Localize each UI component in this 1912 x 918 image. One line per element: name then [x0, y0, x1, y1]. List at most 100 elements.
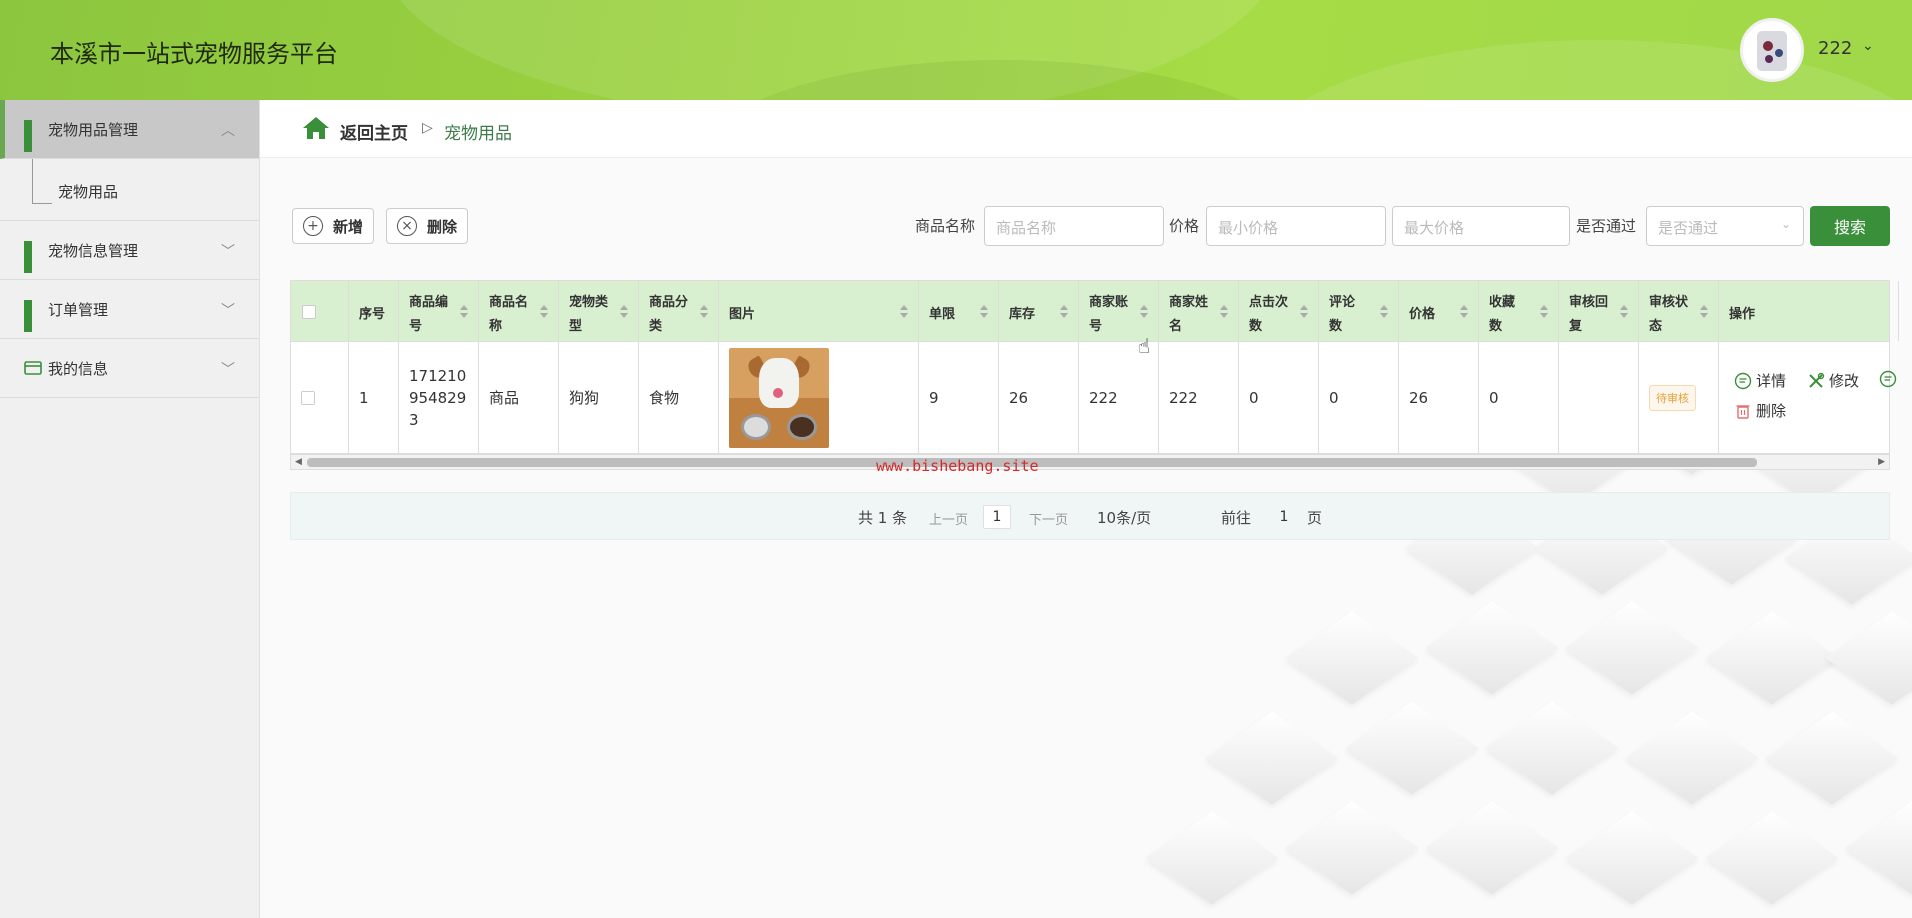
column-header[interactable]: 库存: [999, 281, 1079, 341]
cell-comments: 0: [1319, 342, 1399, 453]
card-icon: [24, 361, 42, 375]
add-button[interactable]: + 新增: [292, 208, 375, 244]
column-header[interactable]: 图片: [719, 281, 919, 341]
sort-icon[interactable]: [700, 305, 708, 319]
sort-icon[interactable]: [1540, 305, 1548, 319]
scroll-left-icon[interactable]: ◀: [295, 457, 302, 467]
max-price-input[interactable]: 最大价格: [1392, 206, 1570, 246]
sort-icon[interactable]: [540, 305, 548, 319]
sidebar-item-my-info[interactable]: 我的信息 ﹀: [0, 339, 259, 398]
cell-product-name: 商品: [479, 342, 559, 453]
column-header[interactable]: 审核状态: [1639, 281, 1719, 341]
sort-icon[interactable]: [620, 305, 628, 319]
approval-select-placeholder: 是否通过: [1658, 219, 1719, 237]
sidebar-item-label: 订单管理: [48, 300, 109, 319]
grid-icon: [24, 241, 42, 273]
column-header[interactable]: 点击次数: [1239, 281, 1319, 341]
background-tile: [1205, 711, 1339, 805]
column-header[interactable]: 商家姓名: [1159, 281, 1239, 341]
product-code-line: 171210: [409, 366, 467, 385]
sidebar-item-pet-info-management[interactable]: 宠物信息管理 ﹀: [0, 221, 259, 280]
tree-line: [32, 159, 33, 203]
row-checkbox[interactable]: [301, 390, 315, 405]
hand-pointer-icon: ☝: [1138, 334, 1151, 358]
column-header[interactable]: 审核回复: [1559, 281, 1639, 341]
sort-icon[interactable]: [1700, 305, 1708, 319]
sort-icon[interactable]: [1140, 305, 1148, 319]
grid-icon: [24, 120, 42, 152]
column-header[interactable]: 收藏数: [1479, 281, 1559, 341]
sort-icon[interactable]: [1460, 305, 1468, 319]
sort-icon[interactable]: [1220, 305, 1228, 319]
column-header[interactable]: 操作: [1719, 281, 1899, 341]
page-size-select[interactable]: 10条/页: [1097, 507, 1151, 528]
cell-merchant-account: 222: [1079, 342, 1159, 453]
breadcrumb-separator: ▷: [422, 120, 433, 136]
edit-button[interactable]: 修改: [1807, 370, 1859, 391]
column-header[interactable]: 商品编号: [399, 281, 479, 341]
sidebar-item-pet-supplies-management[interactable]: 宠物用品管理 ︿: [0, 100, 259, 159]
home-icon[interactable]: [302, 116, 330, 140]
approval-label: 是否通过: [1576, 217, 1637, 235]
product-name-input[interactable]: 商品名称: [984, 206, 1164, 246]
goto-page-input[interactable]: 1: [1261, 505, 1307, 529]
horizontal-scrollbar[interactable]: ◀ ▶: [290, 454, 1890, 470]
select-all-cell: [291, 281, 349, 341]
column-header[interactable]: 商品分类: [639, 281, 719, 341]
column-header[interactable]: 评论数: [1319, 281, 1399, 341]
avatar[interactable]: [1740, 18, 1804, 82]
grid-icon: [24, 300, 42, 332]
column-header[interactable]: 价格: [1399, 281, 1479, 341]
delete-button-label: 删除: [427, 217, 458, 236]
column-header-label: 操作: [1729, 307, 1756, 322]
chevron-down-icon: ﹀: [221, 362, 235, 378]
sort-icon[interactable]: [980, 305, 988, 319]
sidebar-item-order-management[interactable]: 订单管理 ﹀: [0, 280, 259, 339]
cell-clicks: 0: [1239, 342, 1319, 453]
image-part: [741, 413, 771, 440]
breadcrumb-home[interactable]: 返回主页: [340, 119, 408, 144]
cell-review-reply: [1559, 342, 1639, 453]
background-tile: [1345, 701, 1479, 795]
next-page-button[interactable]: 下一页: [1029, 509, 1068, 528]
min-price-input[interactable]: 最小价格: [1206, 206, 1386, 246]
detail-button-label: 详情: [1756, 372, 1787, 390]
tree-line: [32, 203, 52, 204]
row-delete-button[interactable]: 删除: [1734, 400, 1786, 421]
background-tile: [1565, 811, 1699, 905]
select-all-checkbox[interactable]: [302, 305, 316, 319]
column-header[interactable]: 商品名称: [479, 281, 559, 341]
sort-icon[interactable]: [460, 305, 468, 319]
sort-icon[interactable]: [1620, 305, 1628, 319]
checkbox-cell: [291, 342, 349, 453]
column-header[interactable]: 单限: [919, 281, 999, 341]
sort-icon[interactable]: [1300, 305, 1308, 319]
prev-page-button[interactable]: 上一页: [929, 509, 968, 528]
background-tile: [1425, 801, 1559, 895]
username[interactable]: 222: [1818, 38, 1852, 59]
detail-icon: [1734, 372, 1752, 390]
current-page[interactable]: 1: [983, 505, 1011, 529]
image-part: [759, 357, 799, 408]
sidebar-submenu: 宠物用品: [0, 159, 259, 221]
approval-select[interactable]: 是否通过 ⌄: [1646, 206, 1804, 246]
avatar-detail: [1765, 55, 1773, 63]
sort-icon[interactable]: [1060, 305, 1068, 319]
cell-pet-type: 狗狗: [559, 342, 639, 453]
pagination: 共 1 条 上一页 1 下一页 10条/页 前往 1 页: [290, 492, 1890, 540]
product-image[interactable]: [729, 347, 829, 448]
chevron-down-icon[interactable]: ⌄: [1862, 38, 1874, 54]
more-icon[interactable]: [1879, 370, 1897, 392]
column-header[interactable]: 序号: [349, 281, 399, 341]
goto-label: 前往: [1221, 509, 1252, 527]
column-header[interactable]: 商家账号: [1079, 281, 1159, 341]
page-unit-label: 页: [1307, 509, 1323, 527]
search-button[interactable]: 搜索: [1810, 206, 1890, 246]
detail-button[interactable]: 详情: [1734, 370, 1786, 391]
scroll-right-icon[interactable]: ▶: [1878, 457, 1885, 467]
sort-icon[interactable]: [900, 305, 908, 319]
column-header[interactable]: 宠物类型: [559, 281, 639, 341]
delete-button[interactable]: × 删除: [386, 208, 469, 244]
sort-icon[interactable]: [1380, 305, 1388, 319]
sidebar-subitem-pet-supplies[interactable]: 宠物用品: [58, 181, 118, 202]
